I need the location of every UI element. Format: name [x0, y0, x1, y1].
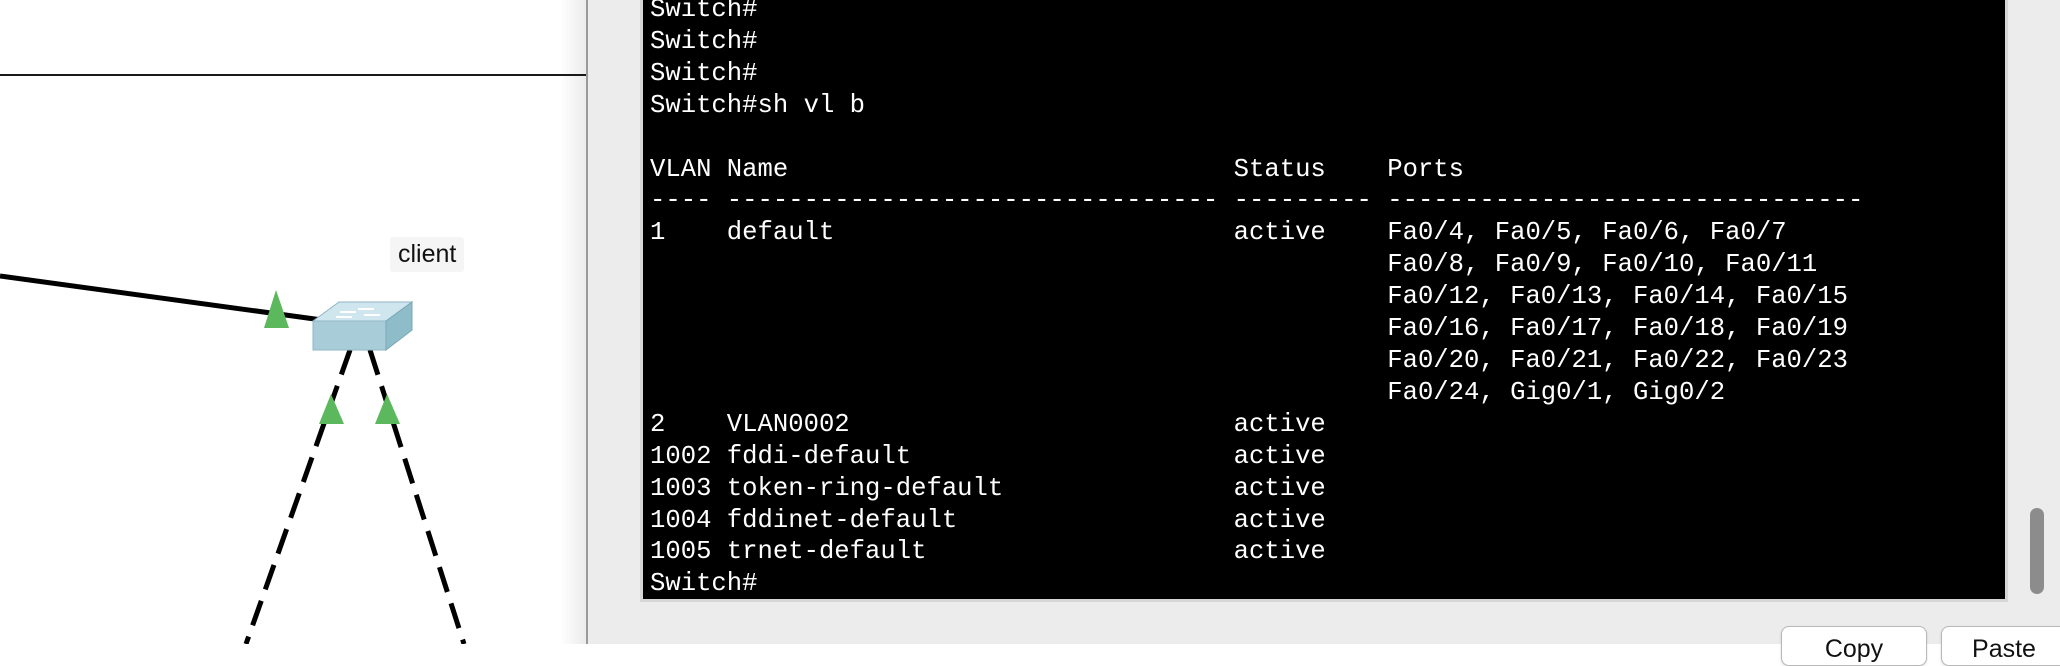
terminal-line: Fa0/8, Fa0/9, Fa0/10, Fa0/11: [1387, 250, 1818, 280]
terminal-line: Fa0/16, Fa0/17, Fa0/18, Fa0/19: [1387, 314, 1848, 344]
topology-canvas[interactable]: client: [0, 0, 586, 644]
cli-terminal[interactable]: Switch# Switch# Switch# Switch#sh vl b V…: [640, 0, 2008, 602]
terminal-line: Switch#: [650, 569, 758, 599]
terminal-output[interactable]: Switch# Switch# Switch# Switch#sh vl b V…: [643, 0, 1864, 599]
link-up-icon: [264, 290, 289, 328]
terminal-line: 2 VLAN0002 active: [650, 409, 1326, 439]
terminal-line: Switch#: [650, 0, 758, 24]
link-dashed-right: [367, 349, 467, 644]
topology-diagram: [0, 273, 467, 644]
window-shadow: [560, 0, 586, 644]
paste-button[interactable]: Paste: [1941, 626, 2060, 666]
terminal-line: Fa0/20, Fa0/21, Fa0/22, Fa0/23: [1387, 345, 1848, 375]
link-up-icon: [319, 394, 344, 424]
terminal-line: Switch#: [650, 58, 758, 88]
link-up-icon: [375, 394, 400, 424]
switch-icon[interactable]: [311, 301, 414, 352]
terminal-line: Fa0/12, Fa0/13, Fa0/14, Fa0/15: [1387, 282, 1848, 312]
cli-panel: Switch# Switch# Switch# Switch#sh vl b V…: [588, 0, 2060, 666]
terminal-line: 1005 trnet-default active: [650, 537, 1326, 567]
terminal-line: Fa0/24, Gig0/1, Gig0/2: [1387, 377, 1726, 407]
terminal-scrollbar[interactable]: [2030, 508, 2044, 594]
terminal-line: 1004 fddinet-default active: [650, 505, 1326, 535]
terminal-line: Switch#sh vl b: [650, 90, 866, 120]
terminal-line: 1003 token-ring-default active: [650, 473, 1326, 503]
terminal-line: Switch#: [650, 26, 758, 56]
copy-button[interactable]: Copy: [1781, 626, 1927, 666]
terminal-line: 1 default active Fa0/4, Fa0/5, Fa0/6, Fa…: [650, 218, 1787, 248]
terminal-line: VLAN Name Status Ports: [650, 154, 1465, 184]
link-dashed-left: [243, 349, 353, 644]
terminal-line: 1002 fddi-default active: [650, 441, 1326, 471]
terminal-line: ---- -------------------------------- --…: [650, 186, 1864, 216]
device-label[interactable]: client: [390, 237, 465, 272]
